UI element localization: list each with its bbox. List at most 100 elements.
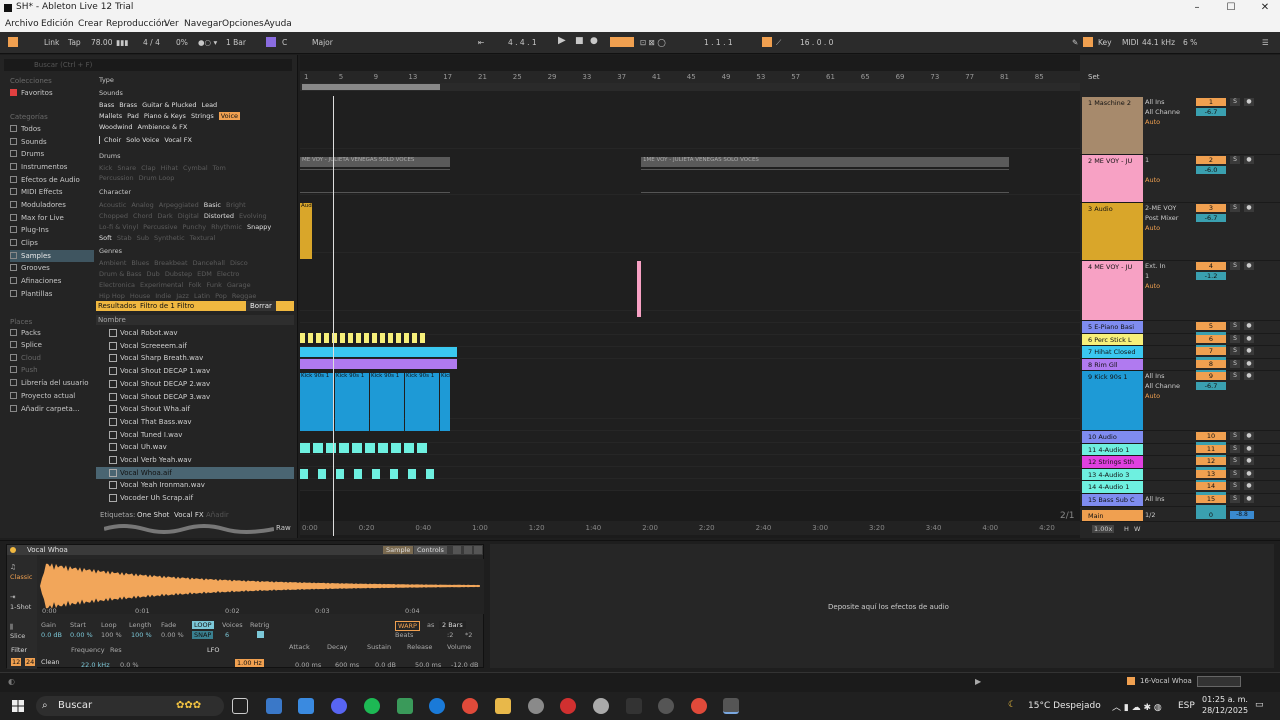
- clip-audio1[interactable]: [313, 443, 323, 453]
- mixer-track[interactable]: 8 Rim Gll 8 S ●: [1080, 359, 1280, 378]
- clip-perc[interactable]: [380, 333, 385, 343]
- track-lane[interactable]: [300, 455, 1080, 467]
- clip-audio1[interactable]: [339, 443, 349, 453]
- bars-field[interactable]: 2 Bars: [439, 621, 466, 629]
- store-icon[interactable]: [298, 698, 314, 714]
- maximize-icon[interactable]: ☐: [1214, 0, 1248, 16]
- track-lane[interactable]: [300, 311, 1080, 323]
- arm-button[interactable]: ●: [1244, 445, 1254, 453]
- tag-one-shot[interactable]: One Shot: [137, 511, 169, 519]
- loop-region[interactable]: [302, 84, 440, 90]
- sidebar-item-efectos-audio[interactable]: Efectos de Audio: [10, 174, 94, 186]
- device-fold-icon[interactable]: [474, 546, 482, 554]
- clip-audio1[interactable]: [391, 443, 401, 453]
- clip-perc[interactable]: [316, 333, 321, 343]
- voices-value[interactable]: 6: [225, 631, 229, 639]
- sidebar-item-user-library[interactable]: Librería del usuario: [10, 377, 94, 389]
- tap-button[interactable]: Tap: [68, 38, 81, 47]
- mixer-track[interactable]: 13 4-Audio 3 13 S ●: [1080, 469, 1280, 488]
- solo-button[interactable]: S: [1230, 156, 1240, 164]
- solo-button[interactable]: S: [1230, 360, 1240, 368]
- solo-button[interactable]: S: [1230, 457, 1240, 465]
- track-activator[interactable]: 2: [1196, 156, 1226, 164]
- solo-button[interactable]: S: [1230, 262, 1240, 270]
- track-activator[interactable]: 7: [1196, 347, 1226, 355]
- track-input[interactable]: Ext. In: [1145, 262, 1193, 270]
- language-indicator[interactable]: ESP: [1178, 701, 1195, 711]
- device-save-icon[interactable]: [464, 546, 472, 554]
- solo-button[interactable]: S: [1230, 495, 1240, 503]
- track-volume[interactable]: -6.7: [1196, 382, 1226, 390]
- mixer-track[interactable]: 1 Maschine 2 All Ins All Channe Auto 1 -6.7 S ●: [1080, 97, 1280, 155]
- main-volume[interactable]: 0: [1196, 511, 1226, 519]
- status-arrow-icon[interactable]: ▶: [975, 677, 981, 686]
- arm-button[interactable]: ●: [1244, 470, 1254, 478]
- tempo-field[interactable]: 78.00: [91, 38, 112, 47]
- file-row[interactable]: Vocal Sharp Breath.wav: [96, 352, 294, 364]
- file-row[interactable]: Vocal Whoa.aif: [96, 466, 294, 479]
- warp-toggle-button[interactable]: WARP: [395, 621, 420, 631]
- clip-audio3[interactable]: [318, 469, 326, 479]
- file-explorer-icon[interactable]: [495, 698, 511, 714]
- filter-slope-select[interactable]: 12: [11, 658, 22, 666]
- start-value[interactable]: 0.00 %: [70, 631, 93, 639]
- signature-field[interactable]: 4 / 4: [143, 38, 160, 47]
- track-activator[interactable]: 12: [1196, 457, 1226, 465]
- file-row[interactable]: Vocal Uh.wav: [96, 441, 294, 453]
- track-name[interactable]: 8 Rim Gll: [1082, 359, 1143, 370]
- clip-audio1[interactable]: [365, 443, 375, 453]
- track-monitor[interactable]: Auto: [1145, 176, 1193, 184]
- track-activator[interactable]: 4: [1196, 262, 1226, 270]
- clip-perc[interactable]: [396, 333, 401, 343]
- sidebar-item-samples[interactable]: Samples: [10, 250, 94, 262]
- solo-button[interactable]: S: [1230, 470, 1240, 478]
- play-icon[interactable]: ▶: [558, 35, 566, 46]
- raw-toggle[interactable]: Raw: [276, 524, 291, 532]
- record-mode-icon[interactable]: ●○ ▾: [198, 38, 217, 47]
- menu-ver[interactable]: Ver: [164, 19, 179, 29]
- overview-icon[interactable]: ☰: [1262, 38, 1269, 47]
- track-monitor[interactable]: Auto: [1145, 392, 1193, 400]
- track-monitor[interactable]: Auto: [1145, 224, 1193, 232]
- filter-sounds-header[interactable]: Sounds: [99, 89, 123, 97]
- track-name[interactable]: 10 Audio: [1082, 431, 1143, 443]
- double-tempo-button[interactable]: *2: [465, 631, 472, 639]
- clip-audio3[interactable]: [336, 469, 344, 479]
- loop-length-field[interactable]: 16 . 0 . 0: [800, 38, 833, 47]
- sidebar-item-max-for-live[interactable]: Max for Live: [10, 212, 94, 224]
- track-channel[interactable]: All Channe: [1145, 108, 1193, 116]
- clip-audio[interactable]: Aud: [300, 203, 312, 259]
- file-row[interactable]: Vocal Shout DECAP 3.wav: [96, 391, 294, 403]
- track-lane[interactable]: [300, 253, 1080, 311]
- track-name[interactable]: 6 Perc Stick L: [1082, 334, 1143, 345]
- sustain-value[interactable]: 0.0 dB: [375, 661, 396, 669]
- track-name[interactable]: 7 Hihat Closed: [1082, 346, 1143, 358]
- track-activator[interactable]: 9: [1196, 372, 1226, 380]
- sidebar-item-drums[interactable]: Drums: [10, 148, 94, 160]
- mode-classic[interactable]: Classic: [10, 573, 32, 581]
- windows-start-icon[interactable]: [12, 700, 24, 712]
- solo-button[interactable]: S: [1230, 432, 1240, 440]
- ableton-taskbar-icon[interactable]: [723, 698, 739, 714]
- arm-button[interactable]: ●: [1244, 360, 1254, 368]
- device-settings-icon[interactable]: [453, 546, 461, 554]
- sidebar-item-midi-effects[interactable]: MIDI Effects: [10, 186, 94, 198]
- clip-perc[interactable]: [324, 333, 329, 343]
- mixer-track[interactable]: 4 ME VOY - JU Ext. In 1 Auto 4 -1.2 S ●: [1080, 261, 1280, 321]
- file-row[interactable]: Vocal Screeeem.aif: [96, 340, 294, 352]
- app2-icon[interactable]: [528, 698, 544, 714]
- track-monitor[interactable]: Auto: [1145, 118, 1193, 126]
- track-lane[interactable]: [300, 335, 1080, 347]
- track-name[interactable]: 3 Audio: [1082, 203, 1143, 260]
- sidebar-item-todos[interactable]: Todos: [10, 123, 94, 135]
- filter-character-header[interactable]: Character: [99, 188, 131, 196]
- track-name[interactable]: 1 Maschine 2: [1082, 97, 1143, 154]
- file-row[interactable]: Vocal Shout DECAP 1.wav: [96, 365, 294, 377]
- chrome-icon[interactable]: [462, 698, 478, 714]
- status-info-icon[interactable]: ◐: [8, 677, 15, 686]
- arm-button[interactable]: ●: [1244, 98, 1254, 106]
- lfo-rate-value[interactable]: 1.00 Hz: [235, 659, 264, 667]
- sidebar-item-plugins[interactable]: Plug-Ins: [10, 224, 94, 236]
- clip-kick[interactable]: Kick 90s 1: [300, 373, 334, 431]
- arm-button[interactable]: ●: [1244, 495, 1254, 503]
